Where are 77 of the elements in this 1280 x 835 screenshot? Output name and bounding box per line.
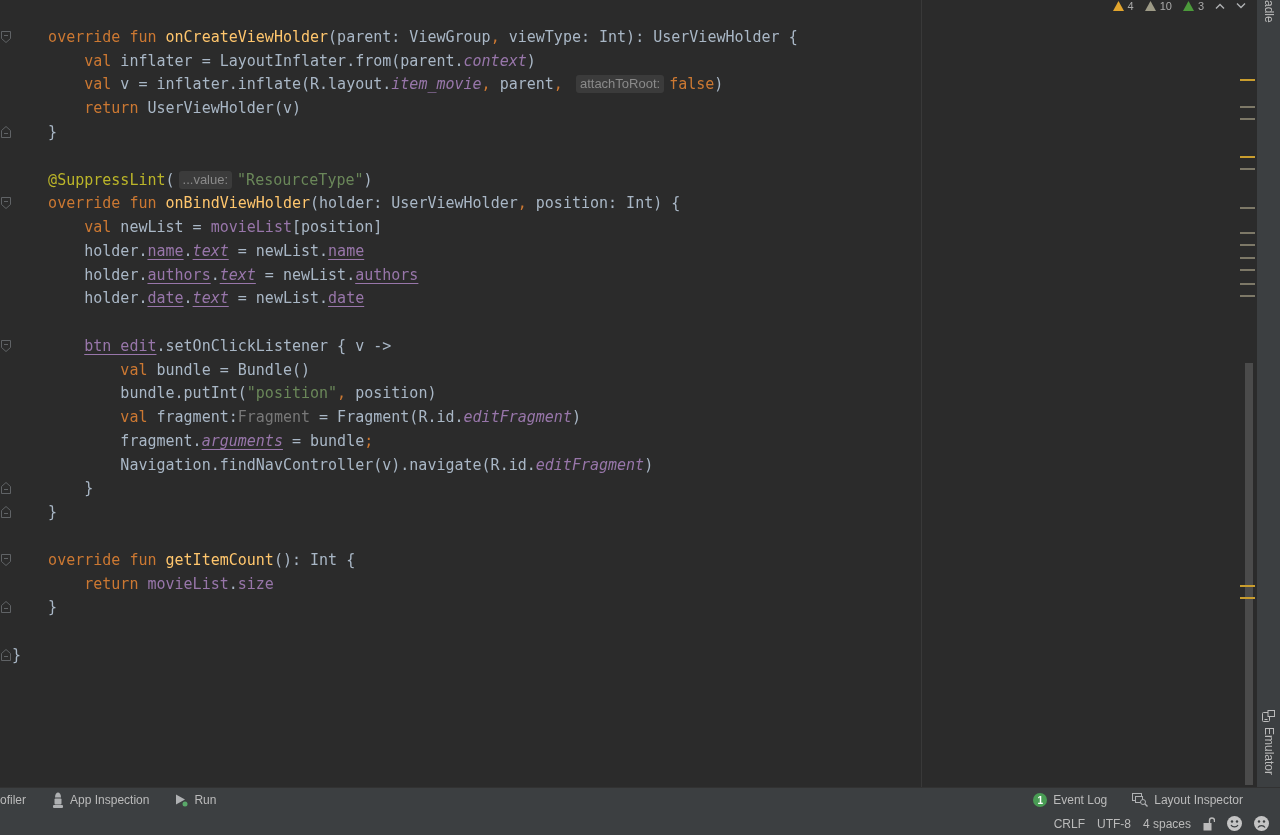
scrollbar-thumb[interactable]: [1245, 363, 1253, 785]
code-text: }: [48, 123, 58, 141]
warning-triangle-icon[interactable]: [1182, 0, 1194, 11]
inspection-count: 10: [1159, 0, 1172, 11]
stripe-marker-icon[interactable]: [1240, 79, 1255, 81]
chevron-up-icon[interactable]: [1215, 2, 1225, 9]
status-bar-item[interactable]: 4 spaces: [1142, 816, 1191, 831]
tool-window-button[interactable]: App Inspection: [52, 792, 150, 808]
code-text: override fun getItemCount(): Int {: [48, 550, 356, 569]
tool-window-button[interactable]: Run: [175, 793, 217, 807]
stripe-marker-icon[interactable]: [1240, 283, 1255, 285]
stripe-marker-icon[interactable]: [1240, 118, 1255, 120]
count-badge: 1: [1033, 793, 1048, 807]
fold-marker-icon[interactable]: [1, 506, 11, 519]
parameter-hint: attachToRoot:: [575, 75, 665, 94]
stripe-marker-icon[interactable]: [1240, 244, 1255, 246]
fold-marker-icon[interactable]: [1, 339, 11, 352]
code-text: }: [12, 645, 22, 664]
inspection-count: 3: [1197, 0, 1204, 11]
stripe-marker-icon[interactable]: [1240, 295, 1255, 297]
inspection-count: 4: [1127, 0, 1134, 11]
code-text: }: [48, 503, 58, 522]
code-text: Navigation.findNavController(v).navigate(R.id.editFragment): [120, 455, 654, 474]
code-text: val v = inflater.inflate(R.layout.item_movie, parent,: [84, 75, 564, 94]
code-text: val inflater = LayoutInflater.from(parent.context): [84, 51, 536, 70]
fold-marker-icon[interactable]: [1, 648, 11, 661]
code-text: btn_edit.setOnClickListener { v ->: [84, 336, 392, 355]
fold-marker-icon[interactable]: [1, 553, 11, 566]
stripe-marker-icon[interactable]: [1240, 232, 1255, 234]
code-text: bundle.putInt("position", position): [120, 384, 437, 403]
stripe-marker-icon[interactable]: [1240, 106, 1255, 108]
padlock-icon[interactable]: [1203, 816, 1215, 831]
code-text: val fragment:Fragment = Fragment(R.id.editFragment): [120, 408, 581, 427]
code-text: val newList = movieList[position]: [84, 218, 383, 237]
code-text: fragment.arguments = bundle;: [120, 431, 374, 450]
stripe-marker-icon[interactable]: [1240, 207, 1255, 209]
sad-face-icon[interactable]: [1254, 816, 1269, 831]
code-text: override fun onCreateViewHolder(parent: ViewGroup, viewType: Int): UserViewHolder {: [48, 27, 798, 46]
stripe-marker-icon[interactable]: [1240, 168, 1255, 170]
code-text: override fun onBindViewHolder(holder: UserViewHolder, position: Int) {: [48, 194, 681, 213]
parameter-hint: ...value:: [178, 170, 233, 189]
tool-window-button[interactable]: 1 Event Log: [1033, 793, 1108, 807]
fold-marker-icon[interactable]: [1, 197, 11, 210]
fold-marker-icon[interactable]: [1, 126, 11, 138]
smiley-face-icon[interactable]: [1227, 816, 1242, 831]
stripe-marker-icon[interactable]: [1240, 597, 1255, 599]
status-bar-item[interactable]: CRLF: [1053, 816, 1085, 831]
code-text: holder.date.text = newList.date: [84, 289, 365, 308]
code-text: "ResourceType"): [237, 170, 373, 189]
windows-magnifier-icon: [1132, 793, 1149, 807]
fold-marker-icon[interactable]: [1, 601, 11, 614]
chevron-down-icon[interactable]: [1236, 2, 1246, 9]
code-text: }: [84, 479, 94, 498]
stripe-marker-icon[interactable]: [1240, 156, 1255, 158]
stripe-marker-icon[interactable]: [1240, 257, 1255, 259]
fold-marker-icon[interactable]: [1, 30, 11, 43]
warning-triangle-icon[interactable]: [1144, 0, 1156, 11]
tool-window-button[interactable]: ofiler: [0, 793, 26, 807]
code-text: val bundle = Bundle(): [120, 360, 310, 379]
code-text: @SuppressLint(: [48, 170, 175, 189]
tool-window-button[interactable]: Layout Inspector: [1132, 793, 1243, 807]
code-text: }: [48, 598, 58, 617]
stripe-marker-icon[interactable]: [1240, 269, 1255, 271]
code-text: holder.name.text = newList.name: [84, 241, 365, 260]
play-icon: [175, 793, 189, 807]
code-text: return movieList.size: [84, 574, 274, 593]
warning-triangle-icon[interactable]: [1112, 0, 1124, 11]
device-icon: [1262, 709, 1275, 722]
tool-window-button[interactable]: Emulator: [1261, 709, 1276, 775]
status-bar-item[interactable]: UTF-8: [1096, 816, 1131, 831]
fold-marker-icon[interactable]: [1, 482, 11, 495]
stripe-marker-icon[interactable]: [1240, 585, 1255, 587]
code-text: holder.authors.text = newList.authors: [84, 265, 419, 284]
figure-icon: [52, 792, 64, 808]
tool-window-button[interactable]: adle: [1261, 0, 1276, 23]
code-text: return UserViewHolder(v): [84, 99, 301, 118]
code-text: false): [669, 75, 724, 94]
